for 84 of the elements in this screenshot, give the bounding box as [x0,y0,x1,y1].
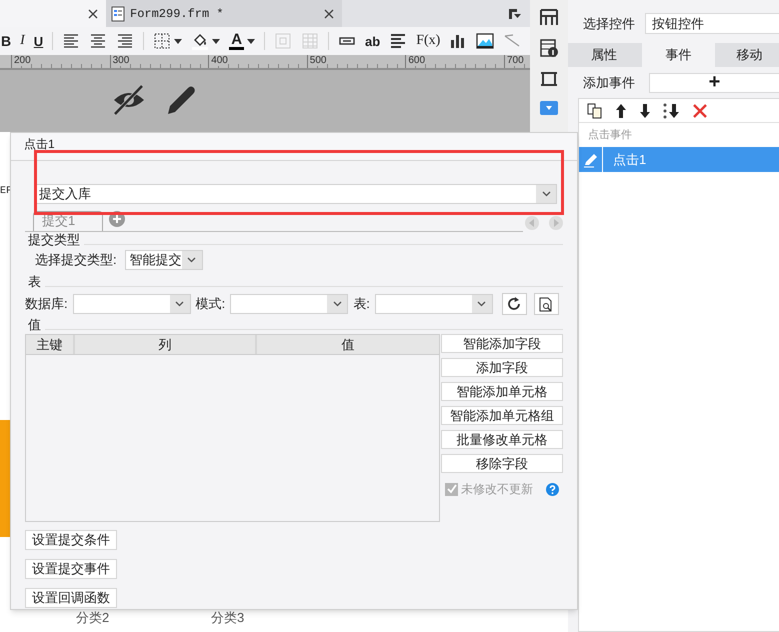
action-button[interactable]: 智能添加单元格 [441,382,563,401]
dialog-title: 点击1 [24,137,55,151]
control-select[interactable]: 按钮控件 [645,13,779,34]
align-center-icon[interactable] [89,32,108,50]
section-heading: 提交类型 [28,232,80,248]
chevron-down-icon [187,257,196,263]
action-button[interactable]: 智能添加单元格组 [441,406,563,425]
action-select[interactable]: 提交入库 [34,184,557,204]
field-label: 选择提交类型: [35,251,117,270]
cell-text: 分类2 [76,610,110,626]
action-button[interactable]: 移除字段 [441,454,563,473]
dropdown-menu-icon [508,8,522,20]
dropdown-field[interactable] [374,294,493,314]
column-header: 值 [340,336,356,354]
column-header: 主键 [26,335,75,354]
dropdown-widget-icon[interactable] [540,101,558,115]
toolbar-button[interactable]: A [229,32,244,50]
panel-tab[interactable]: 事件 [642,43,715,67]
toolbar-button[interactable]: F(x) [416,34,440,48]
toolbar-button[interactable]: I [20,34,25,48]
field-label: 表: [353,295,370,314]
info-table-icon[interactable] [540,39,558,57]
action-button[interactable]: 设置回调函数 [25,588,117,608]
border-icon[interactable] [153,32,172,50]
checkmark-icon [446,484,457,494]
add-tab-icon[interactable] [109,211,125,227]
column-header: 列 [75,335,257,354]
preview-button[interactable] [534,293,559,315]
field-label: 数据库: [25,295,68,314]
eye-off-icon [112,84,146,116]
ruler-label: 400 [211,55,228,66]
form-file-icon [110,6,126,22]
close-icon[interactable] [88,8,98,18]
ruler-label: 600 [408,55,426,66]
toolbar-button[interactable]: B [1,34,12,48]
cell-text: 分类3 [211,610,244,626]
panel-tab[interactable]: 属性 [568,43,640,67]
chevron-down-icon [332,301,342,307]
field-label: 添加事件 [583,74,635,92]
field-label: 模式: [196,295,226,314]
paint-bucket-icon[interactable] [191,32,210,50]
tab-title: Form299.frm * [130,6,225,22]
field-label: 选择控件 [583,14,635,33]
dropdown-field[interactable] [72,294,191,314]
close-icon[interactable] [324,8,334,18]
toolbar-button[interactable]: ab [365,34,380,48]
ruler-label: 700 [506,55,524,66]
section-heading: 值 [28,317,41,333]
checkbox-label: 未修改不更新 [461,481,534,498]
document-search-icon [539,296,554,312]
section-heading: 表 [28,274,41,290]
action-button[interactable]: 设置提交条件 [25,530,117,550]
submit-type-select[interactable]: 智能提交 [124,250,203,270]
chevron-down-icon [542,191,550,197]
dropdown-field[interactable] [230,294,348,314]
align-left-icon[interactable] [62,32,80,50]
ruler-label: 500 [310,55,326,66]
chevron-down-icon [175,301,184,307]
help-icon[interactable] [546,482,560,496]
editor-tab[interactable]: Form299.frm * [106,0,342,27]
ruler-label: 200 [14,55,31,66]
move-to-bottom-icon[interactable] [663,102,681,118]
image-icon[interactable] [476,32,494,50]
action-button[interactable]: 智能添加字段 [441,334,563,353]
refresh-button[interactable] [502,293,527,315]
refresh-icon [507,297,522,311]
action-button[interactable]: 添加字段 [441,358,563,377]
copy-icon[interactable] [587,102,603,118]
delete-icon[interactable] [693,104,707,118]
action-button[interactable]: 批量修改单元格 [441,430,563,449]
list-heading: 点击事件 [587,128,633,143]
action-button[interactable]: 设置提交事件 [25,559,117,579]
square-icon[interactable] [540,70,558,88]
align-right-icon[interactable] [116,32,134,50]
chevron-down-icon [477,301,486,307]
paragraph-icon[interactable] [389,32,408,50]
pencil-icon [582,152,598,168]
arrow-up-icon[interactable] [615,102,627,118]
add-event-button[interactable]: + [649,73,779,93]
arrow-down-icon[interactable] [639,102,651,118]
layout-icon[interactable] [540,8,558,26]
toolbar-button[interactable]: U [34,34,44,48]
panel-tab[interactable]: 移动 [716,43,779,67]
ruler-label: 300 [112,55,130,66]
